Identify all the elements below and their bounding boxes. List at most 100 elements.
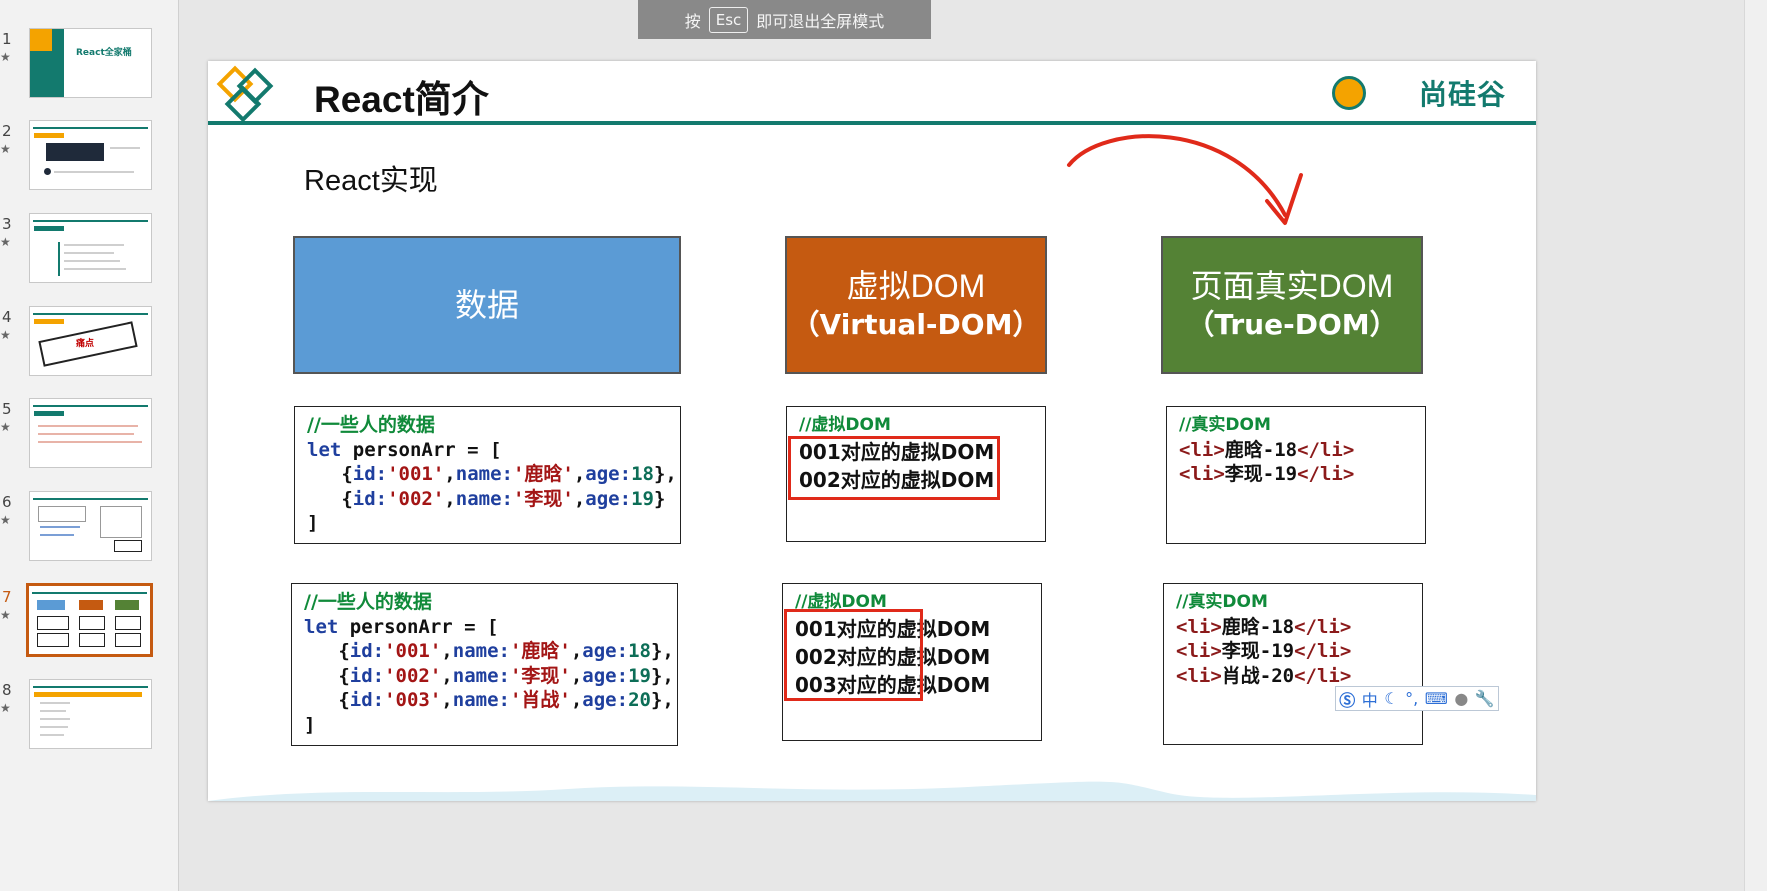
brand-logo-text: 尚硅谷 — [1418, 78, 1506, 111]
decorative-mountain-footer — [208, 781, 1536, 801]
li-text: 李现-19 — [1221, 640, 1295, 662]
li-close-tag: </li> — [1294, 640, 1352, 662]
virtual-dom-header-box: 虚拟DOM （Virtual-DOM） — [785, 236, 1047, 374]
moon-icon[interactable]: ☾ — [1384, 689, 1398, 708]
thumbnail-image[interactable]: 痛点 — [29, 306, 152, 376]
data-code-box-2: //一些人的数据 let personArr = [ {id:'001',nam… — [291, 583, 678, 746]
animation-star-icon: ★ — [0, 50, 11, 64]
thumbnail-slide-1[interactable]: 1 ★ React全家桶 — [0, 28, 178, 106]
wrench-icon[interactable]: 🔧 — [1475, 689, 1495, 708]
brand-logo-icon — [1332, 76, 1366, 110]
li-text: 肖战-20 — [1221, 664, 1295, 687]
thumbnail-slide-4[interactable]: 4 ★ 痛点 — [0, 306, 178, 384]
slide-title: React简介 — [314, 79, 489, 120]
animation-star-icon: ★ — [0, 420, 11, 434]
ime-toolbar[interactable]: Ⓢ 中 ☾ °, ⌨ ● 🔧 — [1335, 686, 1499, 711]
code-keyword: let — [307, 438, 342, 461]
red-highlight-rect — [784, 609, 923, 701]
code-comment: //一些人的数据 — [307, 414, 435, 436]
code-object-line: {id:'002',name:'李现',age:19}, — [304, 664, 674, 687]
thumbnail-slide-3[interactable]: 3 ★ — [0, 213, 178, 291]
code-object-line: {id:'003',name:'肖战',age:20}, — [304, 689, 674, 711]
punctuation-icon[interactable]: °, — [1405, 689, 1418, 708]
thumbnail-slide-5[interactable]: 5 ★ — [0, 398, 178, 476]
thumbnail-number: 8 — [2, 681, 12, 699]
virtual-dom-header-line2: （Virtual-DOM） — [791, 308, 1041, 341]
code-object-line: {id:'001',name:'鹿晗',age:18}, — [307, 463, 677, 485]
code-object-line: {id:'002',name:'李现',age:19} — [307, 487, 666, 510]
code-declaration: personArr = [ — [341, 438, 502, 461]
code-close-bracket: ] — [304, 713, 316, 736]
animation-star-icon: ★ — [0, 513, 11, 527]
li-text: 鹿晗-18 — [1221, 615, 1295, 638]
header-divider — [208, 121, 1536, 125]
code-declaration: personArr = [ — [338, 615, 499, 638]
ime-mode-toggle[interactable]: 中 — [1362, 687, 1378, 711]
thumbnail-image[interactable] — [29, 491, 152, 561]
thumbnail-stamp-text: 痛点 — [76, 339, 95, 349]
data-header-box: 数据 — [293, 236, 681, 374]
esc-key-badge: Esc — [708, 6, 749, 33]
real-dom-box-1: //真实DOM <li>鹿晗-18</li> <li>李现-19</li> — [1166, 406, 1426, 544]
thumbnail-number: 1 — [2, 30, 12, 48]
code-comment: //真实DOM — [1176, 592, 1268, 612]
red-highlight-rect — [788, 436, 1000, 500]
thumbnail-image[interactable] — [29, 679, 152, 749]
li-text: 鹿晗-18 — [1224, 438, 1298, 461]
data-header-label: 数据 — [454, 287, 519, 323]
thumbnail-image[interactable] — [29, 398, 152, 468]
vertical-scrollbar[interactable] — [1744, 0, 1767, 891]
li-open-tag: <li> — [1179, 438, 1225, 461]
li-open-tag: <li> — [1179, 463, 1225, 485]
keyboard-icon[interactable]: ⌨ — [1425, 689, 1448, 708]
code-comment: //真实DOM — [1179, 415, 1271, 435]
thumbnail-number: 3 — [2, 215, 12, 233]
li-close-tag: </li> — [1297, 463, 1355, 485]
real-dom-header-line1: 页面真实DOM — [1190, 268, 1394, 304]
slide-thumbnail-pane: 1 ★ React全家桶 2 ★ 3 ★ 4 ★ 痛点 5 ★ 6 ★ 7 ★ … — [0, 0, 179, 891]
thumbnail-number: 2 — [2, 122, 12, 140]
slide-subtitle: React实现 — [304, 165, 438, 197]
real-dom-header-line2: （True-DOM） — [1186, 308, 1398, 341]
hint-prefix: 按 — [684, 11, 701, 31]
hint-suffix: 即可退出全屏模式 — [756, 11, 885, 31]
thumbnail-image[interactable] — [29, 213, 152, 283]
animation-star-icon: ★ — [0, 328, 11, 342]
thumbnail-number: 5 — [2, 400, 12, 418]
thumbnail-image[interactable] — [29, 120, 152, 190]
thumbnail-slide-6[interactable]: 6 ★ — [0, 491, 178, 569]
thumbnail-number: 4 — [2, 308, 12, 326]
real-dom-box-2: //真实DOM <li>鹿晗-18</li> <li>李现-19</li> <l… — [1163, 583, 1423, 745]
virtual-dom-header-line1: 虚拟DOM — [846, 268, 986, 304]
code-comment: //虚拟DOM — [799, 415, 891, 435]
animation-star-icon: ★ — [0, 701, 11, 715]
li-text: 李现-19 — [1224, 463, 1298, 485]
code-close-bracket: ] — [307, 512, 319, 534]
thumbnail-image[interactable]: React全家桶 — [29, 28, 152, 98]
li-close-tag: </li> — [1294, 664, 1352, 687]
thumbnail-number: 6 — [2, 493, 12, 511]
sogou-logo-icon[interactable]: Ⓢ — [1339, 687, 1355, 711]
thumbnail-title: React全家桶 — [76, 48, 132, 58]
real-dom-header-box: 页面真实DOM （True-DOM） — [1161, 236, 1423, 374]
li-close-tag: </li> — [1297, 438, 1355, 461]
animation-star-icon: ★ — [0, 235, 11, 249]
code-keyword: let — [304, 615, 339, 638]
animation-star-icon: ★ — [0, 142, 11, 156]
data-code-box-1: //一些人的数据 let personArr = [ {id:'001',nam… — [294, 406, 681, 544]
thumbnail-number: 7 — [2, 588, 12, 606]
thumbnail-image[interactable] — [26, 583, 153, 657]
li-open-tag: <li> — [1176, 640, 1222, 662]
user-icon[interactable]: ● — [1454, 689, 1468, 708]
animation-star-icon: ★ — [0, 608, 11, 622]
thumbnail-slide-2[interactable]: 2 ★ — [0, 120, 178, 198]
red-arrow-annotation — [1067, 134, 1303, 225]
code-object-line: {id:'001',name:'鹿晗',age:18}, — [304, 640, 674, 662]
fullscreen-exit-hint: 按 Esc 即可退出全屏模式 — [638, 0, 931, 39]
thumbnail-slide-7[interactable]: 7 ★ — [0, 583, 178, 664]
thumbnail-slide-8[interactable]: 8 ★ — [0, 679, 178, 757]
li-close-tag: </li> — [1294, 615, 1352, 638]
code-comment: //一些人的数据 — [304, 591, 432, 613]
li-open-tag: <li> — [1176, 615, 1222, 638]
li-open-tag: <li> — [1176, 664, 1222, 687]
